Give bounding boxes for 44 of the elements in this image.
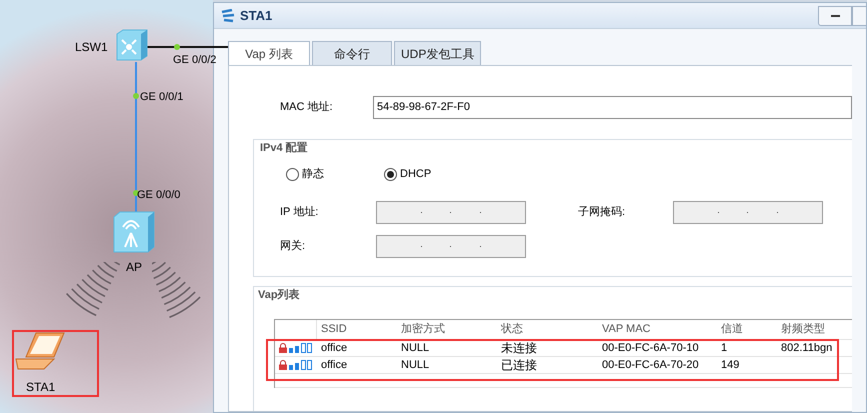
node-label: AP bbox=[126, 259, 142, 276]
maximize-button[interactable] bbox=[852, 6, 866, 26]
table-cell-text: 已连接 bbox=[500, 357, 538, 374]
tab[interactable]: 命令行 bbox=[312, 41, 392, 65]
field-label: MAC 地址: bbox=[279, 100, 334, 116]
table-cell-text: NULL bbox=[400, 340, 430, 356]
access-point-icon[interactable] bbox=[112, 211, 156, 253]
table-cell-text: 802.11bgn bbox=[780, 340, 834, 356]
field-label: 网关: bbox=[280, 238, 306, 254]
radio-option[interactable]: 静态 bbox=[286, 166, 334, 182]
column-header: 信道 bbox=[720, 322, 744, 338]
mac-address-field[interactable]: 54-89-98-67-2F-F0 bbox=[373, 96, 852, 119]
field-label: 子网掩码: bbox=[578, 204, 626, 220]
node-label: LSW1 bbox=[75, 39, 108, 56]
table-cell-text: 00-E0-FC-6A-70-20 bbox=[601, 358, 700, 373]
lock-icon bbox=[279, 343, 287, 353]
radio-option[interactable]: DHCP bbox=[384, 166, 432, 182]
table-cell-text: 1 bbox=[720, 340, 728, 356]
minimize-button[interactable] bbox=[818, 6, 852, 26]
node-label: STA1 bbox=[26, 379, 56, 396]
table-cell-text: 149 bbox=[720, 358, 740, 373]
table-cell-text: office bbox=[320, 358, 348, 373]
column-header: 状态 bbox=[500, 322, 524, 338]
lock-icon bbox=[279, 360, 287, 370]
signal-strength-icon bbox=[289, 360, 313, 370]
tab[interactable]: UDP发包工具 bbox=[394, 41, 482, 65]
column-header: 射频类型 bbox=[780, 322, 826, 338]
column-header: 加密方式 bbox=[400, 322, 446, 338]
column-header: VAP MAC bbox=[601, 322, 652, 338]
column-header: SSID bbox=[320, 322, 348, 338]
window-title: STA1 bbox=[240, 6, 272, 25]
signal-strength-icon bbox=[289, 343, 313, 353]
tab[interactable]: Vap 列表 bbox=[228, 41, 310, 65]
device-icon bbox=[220, 8, 236, 22]
radio-waves-drawing bbox=[64, 262, 120, 318]
port-label: GE 0/0/2 bbox=[173, 53, 216, 68]
field-label: IP 地址: bbox=[280, 204, 320, 220]
table-cell-text: office bbox=[320, 340, 348, 356]
table-cell-text: NULL bbox=[400, 358, 430, 373]
switch-icon[interactable] bbox=[115, 28, 149, 62]
table-cell-text: 00-E0-FC-6A-70-10 bbox=[601, 340, 700, 356]
table-cell-text: 未连接 bbox=[500, 340, 538, 357]
port-label: GE 0/0/1 bbox=[140, 90, 184, 105]
port-label: GE 0/0/0 bbox=[137, 188, 180, 203]
